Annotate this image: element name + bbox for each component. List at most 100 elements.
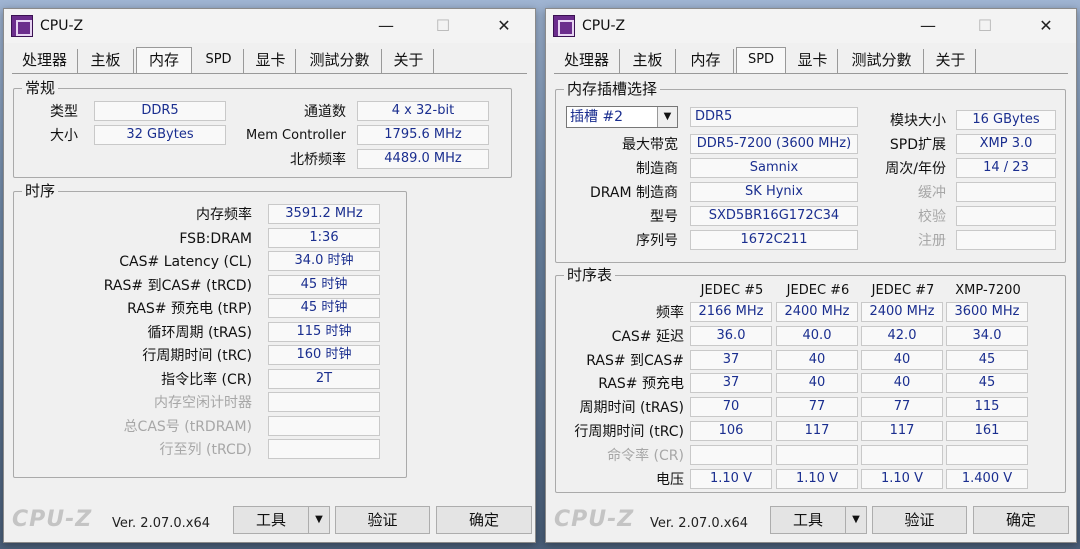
northbridge-label: 北桥频率 <box>290 152 346 168</box>
spd-field-label: SPD扩展 <box>889 137 946 153</box>
tab-about[interactable]: 关于 <box>926 49 976 73</box>
spd-field-value: 14 / 23 <box>956 158 1056 178</box>
timing-value: 1:36 <box>268 227 380 248</box>
timing-value <box>268 392 380 412</box>
cpuz-window-spd: CPU-Z — ☐ ✕ 处理器 主板 内存 SPD 显卡 测試分數 关于 内存插… <box>545 8 1077 543</box>
timing-row-label: 电压 <box>656 471 684 488</box>
version-text: Ver. 2.07.0.x64 <box>650 516 749 531</box>
general-group: 常规 类型 DDR5 大小 32 GBytes 通道数 4 x 32-bit M… <box>13 79 512 178</box>
timing-cell: 3600 MHz <box>946 302 1028 322</box>
timing-cell: 45 <box>946 373 1028 394</box>
timing-label: 内存空闲计时器 <box>154 395 252 411</box>
cpuz-logo: CPU-Z <box>12 507 93 532</box>
timing-value: 3591.2 MHz <box>268 204 380 224</box>
tab-cpu[interactable]: 处理器 <box>554 49 620 73</box>
spd-field-value: SK Hynix <box>690 182 858 202</box>
tab-spd[interactable]: SPD <box>194 49 244 73</box>
timing-cell <box>946 444 1028 465</box>
timing-value: 115 时钟 <box>268 321 380 342</box>
timing-cell: 42.0 <box>861 325 943 346</box>
slot-select[interactable]: 插槽 #2 ▼ <box>566 106 678 128</box>
footer-bar: CPU-Z Ver. 2.07.0.x64 工具 ▼ 验证 确定 <box>4 502 535 542</box>
timing-row-label: RAS# 预充电 <box>598 376 684 393</box>
timing-row-label: 频率 <box>656 305 684 321</box>
minimize-button[interactable]: — <box>366 13 406 39</box>
tab-mainboard[interactable]: 主板 <box>620 49 676 73</box>
ok-button[interactable]: 确定 <box>436 506 532 534</box>
timing-cell: 70 <box>690 397 772 418</box>
spd-type-value: DDR5 <box>690 107 858 127</box>
title-bar[interactable]: CPU-Z — ☐ ✕ <box>546 9 1076 43</box>
timing-cell: 161 <box>946 421 1028 441</box>
timing-cell: 2166 MHz <box>690 302 772 322</box>
timing-label: 内存频率 <box>196 207 252 223</box>
tools-button[interactable]: 工具 <box>233 506 309 534</box>
spd-field-label: 注册 <box>918 233 946 249</box>
timing-row-label: RAS# 到CAS# <box>586 352 684 369</box>
spd-field-label: 校验 <box>918 209 946 225</box>
timing-value: 2T <box>268 368 380 389</box>
timing-value: 45 时钟 <box>268 274 380 295</box>
version-text: Ver. 2.07.0.x64 <box>112 516 211 531</box>
spd-field-value: Samnix <box>690 158 858 178</box>
timing-cell: 34.0 <box>946 325 1028 346</box>
timing-label: RAS# 预充电 (tRP) <box>127 301 252 317</box>
tools-dropdown-icon[interactable]: ▼ <box>845 506 867 534</box>
tab-mainboard[interactable]: 主板 <box>78 49 134 73</box>
spd-field-label: 最大带宽 <box>622 137 678 153</box>
timing-label: 指令比率 (CR) <box>161 371 252 388</box>
validate-button[interactable]: 验证 <box>872 506 967 534</box>
timing-cell: 40 <box>776 373 858 394</box>
validate-button[interactable]: 验证 <box>335 506 430 534</box>
tab-divider <box>12 73 527 74</box>
cpuz-app-icon <box>553 15 575 37</box>
mem-controller-label: Mem Controller <box>246 128 346 143</box>
chevron-down-icon[interactable]: ▼ <box>657 107 677 127</box>
tools-dropdown-icon[interactable]: ▼ <box>308 506 330 534</box>
timing-row-label: 命令率 (CR) <box>607 447 684 464</box>
tab-bench[interactable]: 测試分數 <box>298 49 382 73</box>
timing-label: 总CAS号 (tRDRAM) <box>123 418 252 435</box>
tab-graphics[interactable]: 显卡 <box>246 49 296 73</box>
maximize-button: ☐ <box>977 16 993 35</box>
timing-table-title: 时序表 <box>564 266 616 284</box>
spd-field-label: 模块大小 <box>890 113 946 129</box>
cpuz-logo: CPU-Z <box>554 507 635 532</box>
tab-about[interactable]: 关于 <box>384 49 434 73</box>
title-bar[interactable]: CPU-Z — ☐ ✕ <box>4 9 535 43</box>
timing-cell: 77 <box>861 397 943 418</box>
type-value: DDR5 <box>94 101 226 121</box>
cpuz-window-memory: CPU-Z — ☐ ✕ 处理器 主板 内存 SPD 显卡 测試分數 关于 常规 … <box>3 8 536 543</box>
timing-cell: 40 <box>861 373 943 394</box>
slot-group-title: 内存插槽选择 <box>564 80 661 98</box>
close-button[interactable]: ✕ <box>484 13 524 39</box>
window-title: CPU-Z <box>582 18 626 34</box>
close-button[interactable]: ✕ <box>1026 13 1066 39</box>
timing-label: RAS# 到CAS# (tRCD) <box>103 277 252 294</box>
slot-group: 内存插槽选择 插槽 #2 ▼ DDR5 最大带宽 DDR5-7200 (3600 … <box>555 80 1066 263</box>
timing-column-header: JEDEC #6 <box>786 283 850 298</box>
spd-field-label: 型号 <box>650 209 678 225</box>
timing-cell: 106 <box>690 421 772 441</box>
spd-field-value: SXD5BR16G172C34 <box>690 206 858 226</box>
tab-divider <box>554 73 1068 74</box>
tab-graphics[interactable]: 显卡 <box>788 49 838 73</box>
timing-row-label: 周期时间 (tRAS) <box>579 400 685 417</box>
tab-memory[interactable]: 内存 <box>678 49 734 73</box>
channels-label: 通道数 <box>304 104 346 120</box>
footer-bar: CPU-Z Ver. 2.07.0.x64 工具 ▼ 验证 确定 <box>546 502 1076 542</box>
timing-row-label: CAS# 延迟 <box>611 328 684 345</box>
timing-cell: 40.0 <box>776 325 858 346</box>
type-label: 类型 <box>50 104 78 120</box>
tools-button[interactable]: 工具 <box>770 506 846 534</box>
tab-memory[interactable]: 内存 <box>136 47 192 74</box>
ok-button[interactable]: 确定 <box>973 506 1069 534</box>
tab-bench[interactable]: 测試分數 <box>840 49 924 73</box>
minimize-button[interactable]: — <box>908 13 948 39</box>
tab-spd[interactable]: SPD <box>736 47 786 74</box>
timing-label: 行至列 (tRCD) <box>159 442 252 458</box>
tab-cpu[interactable]: 处理器 <box>12 49 78 73</box>
timing-table-group: 时序表 JEDEC #5 JEDEC #6 JEDEC #7 XMP-7200 频率 21… <box>555 266 1066 493</box>
general-group-title: 常规 <box>22 79 59 97</box>
timing-value: 45 时钟 <box>268 298 380 318</box>
